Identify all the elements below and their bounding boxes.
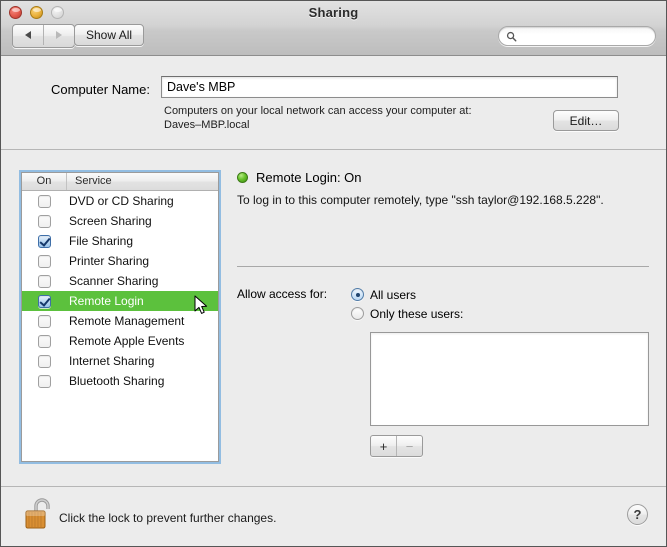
service-name-label: Remote Management: [69, 314, 185, 328]
sharing-main-content: On Service DVD or CD Sharing Screen Shari…: [1, 150, 666, 486]
service-checkbox-cell: [22, 274, 66, 288]
search-field[interactable]: [498, 26, 656, 46]
show-all-label: Show All: [86, 28, 133, 42]
access-radio-group: All users Only these users:: [351, 285, 463, 323]
radio-all-users-indicator[interactable]: [351, 288, 364, 301]
service-name-label: File Sharing: [69, 234, 134, 248]
computer-name-field[interactable]: [161, 76, 618, 98]
service-name-label: Scanner Sharing: [69, 274, 159, 288]
navigation-buttons: [12, 24, 75, 48]
computer-name-help-line1: Computers on your local network can acce…: [164, 105, 472, 117]
checkbox-unchecked-icon[interactable]: [37, 354, 51, 368]
service-row[interactable]: Remote Management: [22, 311, 218, 331]
checkbox-unchecked-icon[interactable]: [37, 214, 51, 228]
chevron-left-icon: [25, 31, 31, 39]
service-row[interactable]: Bluetooth Sharing: [22, 371, 218, 391]
service-list-header: On Service: [22, 173, 218, 191]
checkbox-unchecked-icon[interactable]: [37, 374, 51, 388]
service-status-title: Remote Login: On: [256, 169, 362, 185]
computer-name-section: Computer Name: Computers on your local n…: [1, 56, 666, 150]
radio-only-these-users[interactable]: Only these users:: [351, 304, 463, 323]
checkbox-checked-icon[interactable]: [37, 234, 51, 248]
service-checkbox-cell: [22, 194, 66, 208]
edit-button[interactable]: Edit…: [553, 110, 619, 131]
lock-open-icon[interactable]: [24, 496, 54, 530]
remove-user-button: −: [396, 436, 422, 456]
service-name-label: Bluetooth Sharing: [69, 374, 165, 388]
preferences-footer: Click the lock to prevent further change…: [1, 486, 666, 546]
checkbox-unchecked-icon[interactable]: [37, 314, 51, 328]
chevron-right-icon: [56, 31, 62, 39]
service-row[interactable]: Printer Sharing: [22, 251, 218, 271]
checkbox-checked-icon[interactable]: [37, 294, 51, 308]
service-checkbox-cell: [22, 334, 66, 348]
checkbox-unchecked-icon[interactable]: [37, 194, 51, 208]
service-name-label: Printer Sharing: [69, 254, 150, 268]
status-indicator-icon: [237, 171, 248, 183]
detail-divider: [237, 266, 649, 267]
service-checkbox-cell: [22, 234, 66, 248]
service-row[interactable]: Remote Login: [22, 291, 218, 311]
allowed-users-list[interactable]: [370, 332, 649, 426]
service-list[interactable]: On Service DVD or CD Sharing Screen Shari…: [21, 172, 219, 462]
computer-name-label: Computer Name:: [51, 82, 150, 97]
help-button[interactable]: ?: [627, 504, 648, 525]
service-detail-panel: Remote Login: On To log in to this compu…: [237, 168, 649, 208]
service-row[interactable]: Scanner Sharing: [22, 271, 218, 291]
checkbox-unchecked-icon[interactable]: [37, 274, 51, 288]
edit-button-label: Edit…: [569, 113, 603, 128]
service-checkbox-cell: [22, 294, 66, 308]
service-name-label: DVD or CD Sharing: [69, 194, 174, 208]
service-list-body: DVD or CD Sharing Screen Sharing File Shar…: [22, 191, 218, 460]
radio-only-these-users-indicator[interactable]: [351, 307, 364, 320]
lock-message: Click the lock to prevent further change…: [59, 511, 277, 525]
service-checkbox-cell: [22, 214, 66, 228]
service-row[interactable]: Remote Apple Events: [22, 331, 218, 351]
service-row[interactable]: DVD or CD Sharing: [22, 191, 218, 211]
add-user-button[interactable]: +: [371, 436, 396, 456]
window-titlebar: Sharing Show All: [1, 1, 666, 56]
service-checkbox-cell: [22, 354, 66, 368]
service-row[interactable]: File Sharing: [22, 231, 218, 251]
service-row[interactable]: Screen Sharing: [22, 211, 218, 231]
service-checkbox-cell: [22, 314, 66, 328]
service-name-label: Remote Apple Events: [69, 334, 185, 348]
service-status-description: To log in to this computer remotely, typ…: [237, 193, 604, 207]
service-checkbox-cell: [22, 254, 66, 268]
checkbox-unchecked-icon[interactable]: [37, 334, 51, 348]
allow-access-label: Allow access for:: [237, 287, 328, 301]
service-row[interactable]: Internet Sharing: [22, 351, 218, 371]
sharing-preferences-window: Sharing Show All Computer Name: Co: [0, 0, 667, 547]
show-all-button[interactable]: Show All: [74, 24, 145, 46]
user-list-controls: + −: [370, 435, 423, 457]
search-icon: [506, 31, 517, 41]
radio-all-users[interactable]: All users: [351, 285, 463, 304]
service-name-label: Internet Sharing: [69, 354, 155, 368]
service-checkbox-cell: [22, 374, 66, 388]
column-header-on: On: [22, 173, 67, 190]
radio-all-users-label: All users: [370, 287, 417, 302]
forward-button: [43, 25, 74, 45]
search-input[interactable]: [520, 29, 652, 43]
help-button-label: ?: [633, 507, 642, 522]
radio-only-these-users-label: Only these users:: [370, 306, 464, 321]
back-button[interactable]: [13, 25, 43, 45]
computer-name-input[interactable]: [162, 77, 617, 97]
column-header-service: Service: [75, 175, 112, 187]
checkbox-unchecked-icon[interactable]: [37, 254, 51, 268]
computer-name-help-line2: Daves–MBP.local: [164, 119, 250, 131]
service-status-row: Remote Login: On: [237, 168, 649, 186]
computer-name-help: Computers on your local network can acce…: [164, 104, 544, 132]
window-title: Sharing: [308, 5, 359, 20]
service-name-label: Screen Sharing: [69, 214, 152, 228]
service-name-label: Remote Login: [69, 294, 144, 308]
